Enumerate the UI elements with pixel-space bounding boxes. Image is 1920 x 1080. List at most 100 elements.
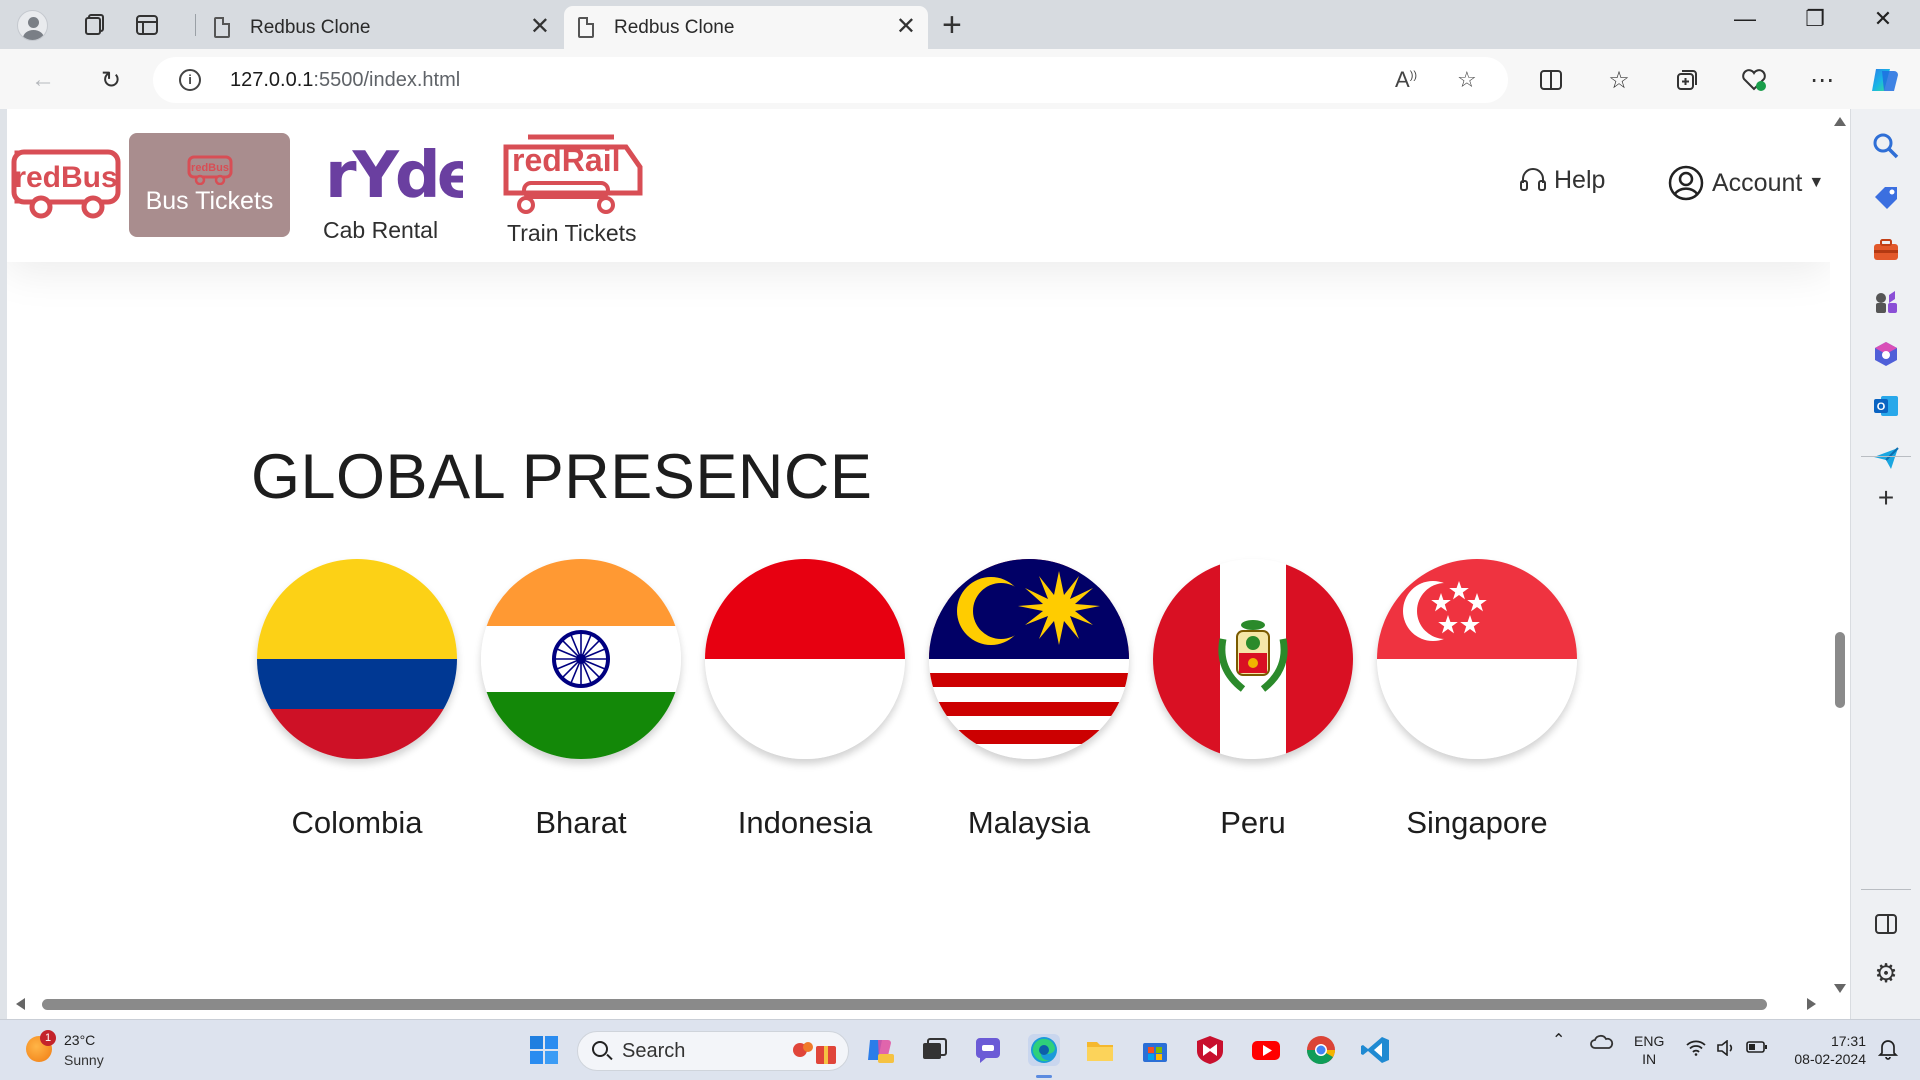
svg-text:redBus: redBus [191, 162, 229, 174]
address-bar[interactable]: i 127.0.0.1:5500/index.html A)) ☆ [153, 57, 1508, 103]
country-card: Singapore [1377, 559, 1577, 840]
nav-bus-tickets[interactable]: redBus Bus Tickets [129, 133, 290, 237]
peru-flag-icon [1153, 559, 1353, 759]
close-tab-icon[interactable]: ✕ [530, 15, 550, 39]
new-tab-button[interactable]: + [942, 8, 962, 42]
add-sidebar-app-icon[interactable]: + [1871, 484, 1901, 514]
chrome-icon[interactable] [1305, 1034, 1337, 1066]
shopping-tag-icon[interactable] [1871, 183, 1901, 213]
notifications-bell-icon[interactable] [1877, 1038, 1899, 1064]
active-app-indicator [1036, 1075, 1052, 1078]
language-indicator[interactable]: ENG IN [1634, 1032, 1664, 1068]
favorites-icon[interactable]: ☆ [1602, 63, 1636, 97]
account-menu[interactable]: Account ▼ [1668, 165, 1824, 201]
taskbar-search[interactable]: Search [577, 1031, 849, 1071]
close-window-button[interactable]: ✕ [1858, 6, 1908, 32]
country-card: Malaysia [929, 559, 1129, 840]
ryde-logo: rYde [325, 139, 482, 213]
svg-text:redRail: redRail [512, 142, 620, 178]
microsoft-store-icon[interactable] [1139, 1034, 1171, 1066]
read-aloud-icon[interactable]: A)) [1395, 67, 1417, 93]
volume-icon[interactable] [1716, 1039, 1736, 1060]
sidebar-toggle-icon[interactable] [1871, 909, 1901, 939]
games-chess-icon[interactable] [1871, 287, 1901, 317]
copilot-icon[interactable] [1868, 63, 1902, 97]
nav-cab-rental[interactable]: rYde Cab Rental [323, 131, 482, 243]
section-title: GLOBAL PRESENCE [251, 442, 873, 512]
browser-tab-active[interactable]: Redbus Clone ✕ [564, 6, 928, 49]
workspaces-icon[interactable] [78, 8, 112, 42]
restore-button[interactable]: ❐ [1790, 6, 1840, 32]
scroll-left-arrow-icon[interactable] [16, 998, 25, 1010]
mcafee-icon[interactable] [1194, 1034, 1226, 1066]
tools-briefcase-icon[interactable] [1871, 235, 1901, 265]
nav-train-tickets[interactable]: redRail Train Tickets [498, 127, 658, 246]
vertical-scrollbar[interactable] [1830, 109, 1850, 1019]
caret-down-icon: ▼ [1808, 174, 1825, 191]
country-card: Colombia [257, 559, 457, 840]
flags-row: Colombia Bharat Indonesia Malaysia Peru … [257, 559, 1577, 840]
youtube-icon[interactable] [1250, 1034, 1282, 1066]
user-circle-icon [1668, 165, 1704, 201]
split-screen-icon[interactable] [1534, 63, 1568, 97]
browser-tab[interactable]: Redbus Clone ✕ [200, 6, 562, 49]
microsoft-365-icon[interactable] [1871, 339, 1901, 369]
site-navbar: redBus redBus Bus Tickets rYde Cab Renta… [7, 109, 1830, 262]
country-card: Peru [1153, 559, 1353, 840]
send-drop-icon[interactable] [1871, 443, 1901, 473]
tab-actions-icon[interactable] [130, 8, 164, 42]
bus-icon: redBus [187, 155, 233, 185]
redbus-logo[interactable]: redBus [11, 147, 123, 224]
horizontal-scroll-thumb[interactable] [42, 999, 1767, 1010]
minimize-button[interactable]: — [1720, 6, 1770, 32]
copilot-preview-icon[interactable] [864, 1034, 896, 1066]
web-page: redBus redBus Bus Tickets rYde Cab Renta… [7, 109, 1830, 1019]
redrail-logo: redRail [503, 134, 643, 214]
help-link[interactable]: Help [1518, 165, 1605, 195]
teams-chat-icon[interactable] [972, 1034, 1004, 1066]
wifi-icon[interactable] [1686, 1040, 1706, 1060]
horizontal-scrollbar[interactable] [7, 993, 1830, 1015]
url-text[interactable]: 127.0.0.1:5500/index.html [230, 69, 460, 92]
outlook-icon[interactable]: O [1871, 391, 1901, 421]
settings-gear-icon[interactable]: ⚙ [1871, 959, 1901, 989]
scroll-down-arrow-icon[interactable] [1834, 984, 1846, 993]
clock[interactable]: 17:31 08-02-2024 [1786, 1032, 1866, 1068]
help-label: Help [1554, 165, 1606, 194]
browser-toolbar: ← ↻ i 127.0.0.1:5500/index.html A)) ☆ ☆ … [0, 49, 1920, 109]
close-tab-icon[interactable]: ✕ [896, 15, 916, 39]
file-explorer-icon[interactable] [1084, 1034, 1116, 1066]
account-label: Account [1712, 168, 1803, 197]
show-hidden-icons[interactable]: ⌃ [1552, 1032, 1565, 1050]
task-view-icon[interactable] [918, 1034, 950, 1066]
colombia-flag-icon [257, 559, 457, 759]
onedrive-icon[interactable] [1590, 1032, 1614, 1056]
tab-divider [195, 14, 196, 36]
back-icon[interactable]: ← [26, 63, 60, 97]
search-icon[interactable] [1871, 131, 1901, 161]
scroll-right-arrow-icon[interactable] [1807, 998, 1816, 1010]
vscode-icon[interactable] [1360, 1034, 1392, 1066]
browser-tab-strip: Redbus Clone ✕ Redbus Clone ✕ + — ❐ ✕ [0, 0, 1920, 49]
favorite-star-icon[interactable]: ☆ [1457, 67, 1477, 93]
scroll-thumb[interactable] [1835, 632, 1845, 708]
edge-browser-icon[interactable] [1028, 1034, 1060, 1066]
indonesia-flag-icon [705, 559, 905, 759]
start-windows-icon[interactable] [528, 1034, 560, 1066]
weather-desc: Sunny [64, 1052, 104, 1068]
scroll-up-arrow-icon[interactable] [1834, 117, 1846, 126]
search-label: Search [622, 1040, 686, 1062]
site-info-icon[interactable]: i [179, 69, 201, 91]
profile-icon[interactable] [15, 8, 49, 42]
collections-icon[interactable] [1670, 63, 1704, 97]
nav-label: Bus Tickets [145, 187, 274, 215]
svg-text:rYde: rYde [325, 139, 463, 213]
browser-essentials-icon[interactable] [1737, 63, 1771, 97]
india-flag-icon [481, 559, 681, 759]
refresh-icon[interactable]: ↻ [94, 63, 128, 97]
malaysia-flag-icon [929, 559, 1129, 759]
battery-icon[interactable] [1746, 1040, 1768, 1058]
nav-label: Cab Rental [323, 217, 439, 243]
singapore-flag-icon [1377, 559, 1577, 759]
more-menu-icon[interactable]: ⋯ [1805, 63, 1839, 97]
